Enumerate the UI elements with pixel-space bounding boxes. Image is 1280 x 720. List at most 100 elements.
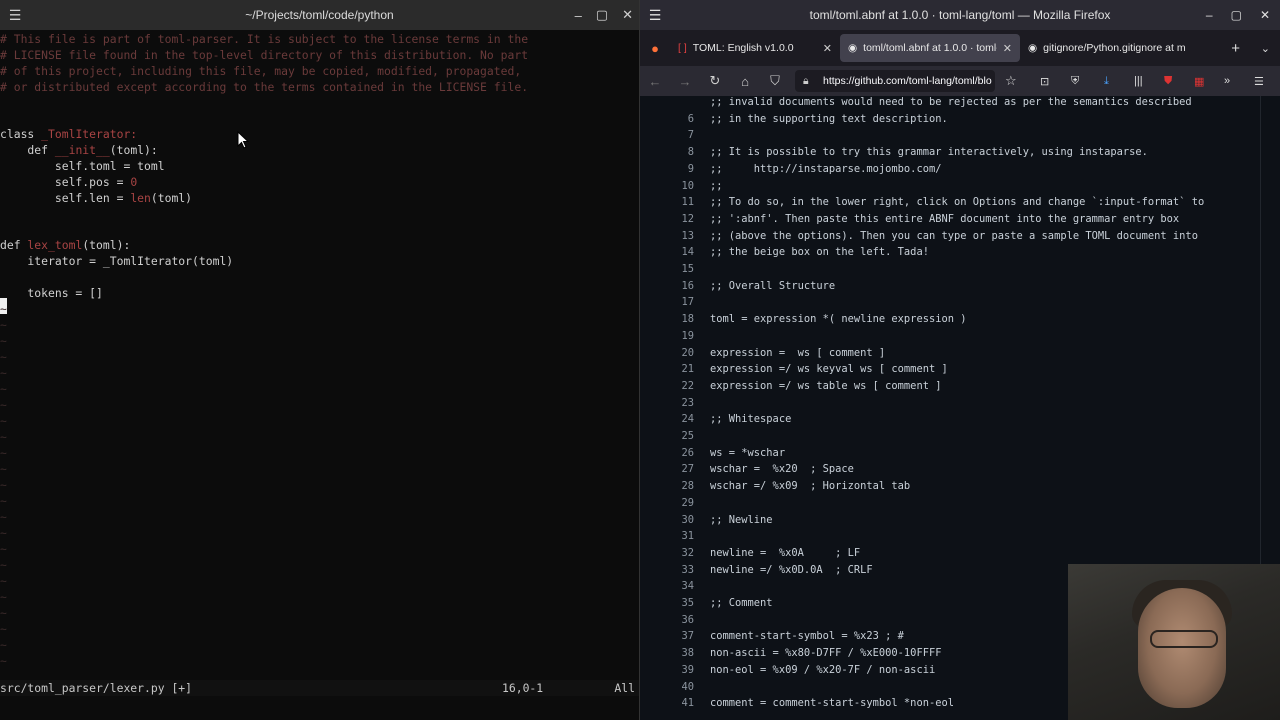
function-args: (toml): xyxy=(109,143,158,157)
empty-line-tilde: ~ xyxy=(0,510,7,524)
line-number: 32 xyxy=(681,546,694,559)
empty-line-tilde: ~ xyxy=(0,654,7,668)
toml-favicon-icon: [ ] xyxy=(678,42,687,54)
empty-line-tilde: ~ xyxy=(0,430,7,444)
tab-gitignore[interactable]: ◉ gitignore/Python.gitignore at m xyxy=(1020,34,1198,62)
abnf-line: expression =/ ws table ws [ comment ] xyxy=(710,379,942,392)
line-number: 28 xyxy=(681,480,694,493)
webcam-overlay xyxy=(1068,564,1280,720)
code-line-def-lex: def lex_toml(toml): xyxy=(0,237,130,253)
empty-line-tilde: ~ xyxy=(0,398,7,412)
tracking-protection-icon[interactable]: ⛉ xyxy=(760,73,790,89)
minimize-icon[interactable]: – xyxy=(1206,8,1213,22)
comment-line: # of this project, including this file, … xyxy=(0,64,522,78)
line-number: 15 xyxy=(681,263,694,275)
comment-line: # This file is part of toml-parser. It i… xyxy=(0,32,529,46)
github-favicon-icon: ◉ xyxy=(848,42,858,54)
tab-close-icon[interactable]: ✕ xyxy=(1003,42,1012,55)
terminal-window[interactable]: ☰ ~/Projects/toml/code/python – ▢ ✕ # Th… xyxy=(0,0,640,720)
back-icon[interactable]: ← xyxy=(640,74,670,89)
abnf-line: comment = comment-start-symbol *non-eol xyxy=(710,697,954,710)
comment-line: # or distributed except according to the… xyxy=(0,80,529,94)
keyword: def xyxy=(0,238,21,252)
line-number: 8 xyxy=(687,146,694,159)
downloads-icon[interactable]: ⤓ xyxy=(1104,75,1109,88)
extension-icon[interactable]: ▦ xyxy=(1194,75,1204,88)
line-number: 38 xyxy=(681,647,694,660)
abnf-line: ;; It is possible to try this grammar in… xyxy=(710,146,1148,159)
abnf-line: ;; Whitespace xyxy=(710,413,792,426)
builtin: len xyxy=(130,191,151,205)
pocket-icon[interactable]: ⊡ xyxy=(1040,75,1049,88)
empty-line-tilde: ~ xyxy=(0,542,7,556)
statusline-position: 16,0-1 xyxy=(502,681,544,695)
abnf-line: newline = %x0A ; LF xyxy=(710,546,861,559)
line-number: 20 xyxy=(681,346,694,359)
abnf-line: ;; (above the options). Then you can typ… xyxy=(710,229,1198,242)
tab-label: toml/toml.abnf at 1.0.0 · toml-l xyxy=(863,42,997,54)
tab-label: gitignore/Python.gitignore at m xyxy=(1043,42,1186,54)
minimize-icon[interactable]: – xyxy=(575,8,582,23)
code-line: self.len = len(toml) xyxy=(0,190,192,206)
empty-line-tilde: ~ xyxy=(0,334,7,348)
line-number: 14 xyxy=(681,246,694,259)
abnf-line: toml = expression *( newline expression … xyxy=(710,313,967,326)
url-bar[interactable]: 🔒︎ https://github.com/toml-lang/toml/blo xyxy=(795,70,995,92)
new-tab-icon[interactable]: + xyxy=(1231,40,1240,57)
close-icon[interactable]: ✕ xyxy=(1260,8,1270,22)
firefox-titlebar[interactable]: ☰ toml/toml.abnf at 1.0.0 · toml-lang/to… xyxy=(640,0,1280,30)
terminal-titlebar[interactable]: ☰ ~/Projects/toml/code/python – ▢ ✕ xyxy=(0,0,639,30)
tab-toml-english[interactable]: [ ] TOML: English v1.0.0 ✕ xyxy=(670,34,840,62)
overflow-chevron-icon[interactable]: » xyxy=(1224,75,1230,87)
function-args: (toml): xyxy=(82,238,131,252)
hamburger-menu-icon[interactable]: ☰ xyxy=(0,7,30,24)
line-number: 30 xyxy=(681,513,694,526)
comment-line: # LICENSE file found in the top-level di… xyxy=(0,48,529,62)
terminal-title: ~/Projects/toml/code/python xyxy=(245,8,394,22)
library-icon[interactable]: ||| xyxy=(1134,75,1143,87)
firefox-view-icon[interactable]: ● xyxy=(640,41,670,56)
abnf-line: ;; http://instaparse.mojombo.com/ xyxy=(710,162,942,175)
abnf-line: ;; Overall Structure xyxy=(710,279,836,292)
vim-editor[interactable]: # This file is part of toml-parser. It i… xyxy=(0,30,639,680)
hamburger-menu-icon[interactable]: ☰ xyxy=(640,7,670,24)
tab-toml-abnf[interactable]: ◉ toml/toml.abnf at 1.0.0 · toml-l ✕ xyxy=(840,34,1020,62)
code-line: tokens = [] xyxy=(0,286,103,300)
maximize-icon[interactable]: ▢ xyxy=(1231,8,1242,22)
ublock-icon[interactable]: ⛊ xyxy=(1164,75,1172,88)
code-line: iterator = _TomlIterator(toml) xyxy=(0,254,234,268)
shield-icon[interactable]: ⛨ xyxy=(1071,75,1079,88)
empty-line-tilde: ~ xyxy=(0,318,7,332)
firefox-title: toml/toml.abnf at 1.0.0 · toml-lang/toml… xyxy=(809,8,1111,22)
forward-icon[interactable]: → xyxy=(670,74,700,89)
tab-list-icon[interactable]: ⌄ xyxy=(1261,42,1270,55)
line-number: 41 xyxy=(681,697,694,710)
tab-close-icon[interactable]: ✕ xyxy=(823,42,832,55)
abnf-line: ;; ':abnf'. Then paste this entire ABNF … xyxy=(710,212,1180,225)
empty-line-tilde: ~ xyxy=(0,526,7,540)
line-number: 26 xyxy=(681,446,694,459)
home-icon[interactable]: ⌂ xyxy=(730,74,760,89)
function-name: __init__ xyxy=(48,143,110,157)
github-favicon-icon: ◉ xyxy=(1028,42,1038,54)
line-number: 37 xyxy=(681,630,694,643)
abnf-line: ;; in the supporting text description. xyxy=(710,112,948,125)
class-name: _TomlIterator: xyxy=(34,127,138,141)
abnf-line: expression =/ ws keyval ws [ comment ] xyxy=(710,363,948,376)
reload-icon[interactable]: ↻ xyxy=(700,73,730,89)
command-line[interactable] xyxy=(0,696,639,720)
mouse-pointer-icon xyxy=(237,131,249,149)
app-menu-icon[interactable]: ☰ xyxy=(1254,75,1264,88)
empty-line-tilde: ~ xyxy=(0,494,7,508)
close-icon[interactable]: ✕ xyxy=(622,7,633,23)
tab-label: TOML: English v1.0.0 xyxy=(692,42,794,54)
maximize-icon[interactable]: ▢ xyxy=(596,7,608,23)
line-number: 19 xyxy=(681,329,694,342)
empty-line-tilde: ~ xyxy=(0,382,7,396)
code-text: self.pos = xyxy=(0,175,131,189)
bookmark-star-icon[interactable]: ☆ xyxy=(1005,73,1017,89)
code-text: (toml) xyxy=(150,191,193,205)
empty-line-tilde: ~ xyxy=(0,606,7,620)
line-number: 10 xyxy=(681,179,694,192)
empty-line-tilde: ~ xyxy=(0,366,7,380)
